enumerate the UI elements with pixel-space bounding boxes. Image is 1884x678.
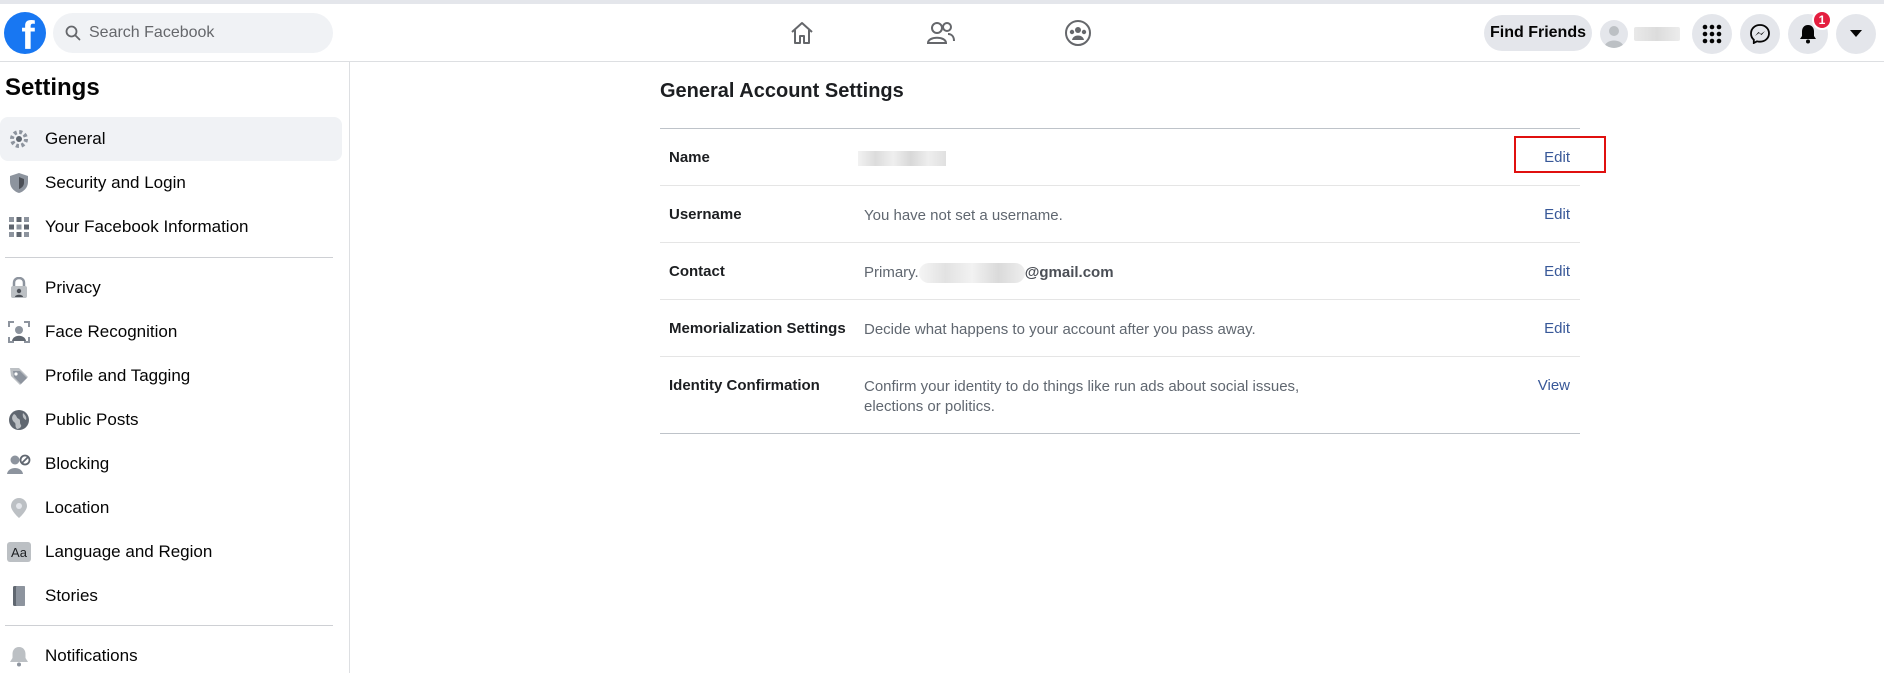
sidebar-item-location[interactable]: Location (0, 486, 342, 530)
edit-memorialization-link[interactable]: Edit (1544, 320, 1570, 337)
row-label: Contact (669, 263, 725, 280)
sidebar-divider (5, 625, 333, 626)
edit-contact-link[interactable]: Edit (1544, 263, 1570, 280)
shield-icon (7, 171, 31, 195)
facebook-logo-icon[interactable]: f (4, 12, 46, 54)
sidebar-item-notifications[interactable]: Notifications (0, 634, 342, 678)
highlight-box (1514, 136, 1606, 173)
blurred-email-user (918, 263, 1025, 284)
search-icon (65, 25, 81, 41)
sidebar-item-profile-tagging[interactable]: Profile and Tagging (0, 354, 342, 398)
sidebar-item-stories[interactable]: Stories (0, 574, 342, 618)
row-value: Confirm your identity to do things like … (864, 378, 1300, 415)
sidebar-divider (5, 257, 333, 258)
settings-table: Name Edit Username You have not set a us… (660, 128, 1580, 434)
face-recognition-icon (7, 320, 31, 344)
caret-down-icon (1850, 30, 1862, 37)
row-value: You have not set a username. (864, 207, 1063, 224)
grid-menu-icon (1702, 24, 1722, 44)
sidebar-item-label: Language and Region (45, 542, 213, 561)
email-domain: @gmail.com (1024, 264, 1114, 281)
search-box[interactable] (53, 13, 333, 53)
sidebar-item-general[interactable]: General (0, 117, 342, 161)
find-friends-button[interactable]: Find Friends (1484, 15, 1592, 51)
sidebar-item-label: Security and Login (45, 173, 186, 192)
table-row-contact: Contact Primary. @gmail.com Edit (660, 243, 1580, 300)
sidebar-title: Settings (5, 74, 100, 101)
row-label: Identity Confirmation (669, 377, 820, 394)
table-row-memorialization: Memorialization Settings Decide what hap… (660, 300, 1580, 357)
top-navigation-bar: f Find Friends 1 (0, 0, 1884, 62)
table-row-name: Name Edit (660, 129, 1580, 186)
table-row-username: Username You have not set a username. Ed… (660, 186, 1580, 243)
sidebar-item-label: Privacy (45, 278, 101, 297)
account-menu-button[interactable] (1836, 14, 1876, 54)
table-row-identity: Identity Confirmation Confirm your ident… (660, 357, 1580, 433)
location-pin-icon (7, 496, 31, 520)
sidebar-item-security[interactable]: Security and Login (0, 161, 342, 205)
sidebar-item-language-region[interactable]: Aa Language and Region (0, 530, 342, 574)
blurred-profile-name (1634, 27, 1680, 41)
profile-shortcut[interactable] (1600, 18, 1682, 50)
svg-text:Aa: Aa (11, 545, 28, 560)
blurred-name-value (858, 151, 946, 166)
language-icon: Aa (7, 540, 31, 564)
edit-username-link[interactable]: Edit (1544, 206, 1570, 223)
sidebar-item-face-recognition[interactable]: Face Recognition (0, 310, 342, 354)
sidebar-item-label: General (45, 129, 106, 148)
sidebar-item-label: Your Facebook Information (45, 217, 249, 236)
contact-prefix: Primary. (864, 264, 919, 281)
sidebar-item-label: Notifications (45, 646, 138, 665)
friends-icon[interactable] (925, 17, 957, 49)
sidebar-item-privacy[interactable]: Privacy (0, 266, 342, 310)
lock-icon (7, 276, 31, 300)
row-label: Memorialization Settings (669, 320, 846, 337)
grid-info-icon (7, 215, 31, 239)
sidebar-item-public-posts[interactable]: Public Posts (0, 398, 342, 442)
globe-icon (7, 408, 31, 432)
messenger-button[interactable] (1740, 14, 1780, 54)
sidebar-item-label: Stories (45, 586, 98, 605)
sidebar-item-label: Profile and Tagging (45, 366, 191, 385)
row-label: Username (669, 206, 742, 223)
sidebar-item-label: Location (45, 498, 110, 517)
sidebar-item-label: Face Recognition (45, 322, 178, 341)
sidebar-item-label: Public Posts (45, 410, 139, 429)
bell-icon (7, 644, 31, 668)
groups-icon[interactable] (1062, 17, 1094, 49)
tag-icon (7, 364, 31, 388)
menu-grid-button[interactable] (1692, 14, 1732, 54)
row-value: Decide what happens to your account afte… (864, 321, 1256, 338)
row-value: Primary. @gmail.com (864, 263, 1324, 284)
sidebar-item-label: Blocking (45, 454, 110, 473)
view-identity-link[interactable]: View (1538, 377, 1570, 394)
sidebar-item-blocking[interactable]: Blocking (0, 442, 342, 486)
messenger-icon (1750, 24, 1770, 44)
search-input[interactable] (89, 24, 319, 42)
home-icon[interactable] (786, 17, 818, 49)
gear-icon (7, 127, 31, 151)
page-title: General Account Settings (660, 80, 904, 102)
block-user-icon (7, 452, 31, 476)
notification-badge: 1 (1812, 10, 1832, 30)
avatar (1600, 20, 1628, 48)
settings-sidebar: Settings General Security and Login Your… (0, 62, 350, 673)
book-icon (7, 584, 31, 608)
row-label: Name (669, 149, 710, 166)
sidebar-item-your-information[interactable]: Your Facebook Information (0, 205, 342, 249)
